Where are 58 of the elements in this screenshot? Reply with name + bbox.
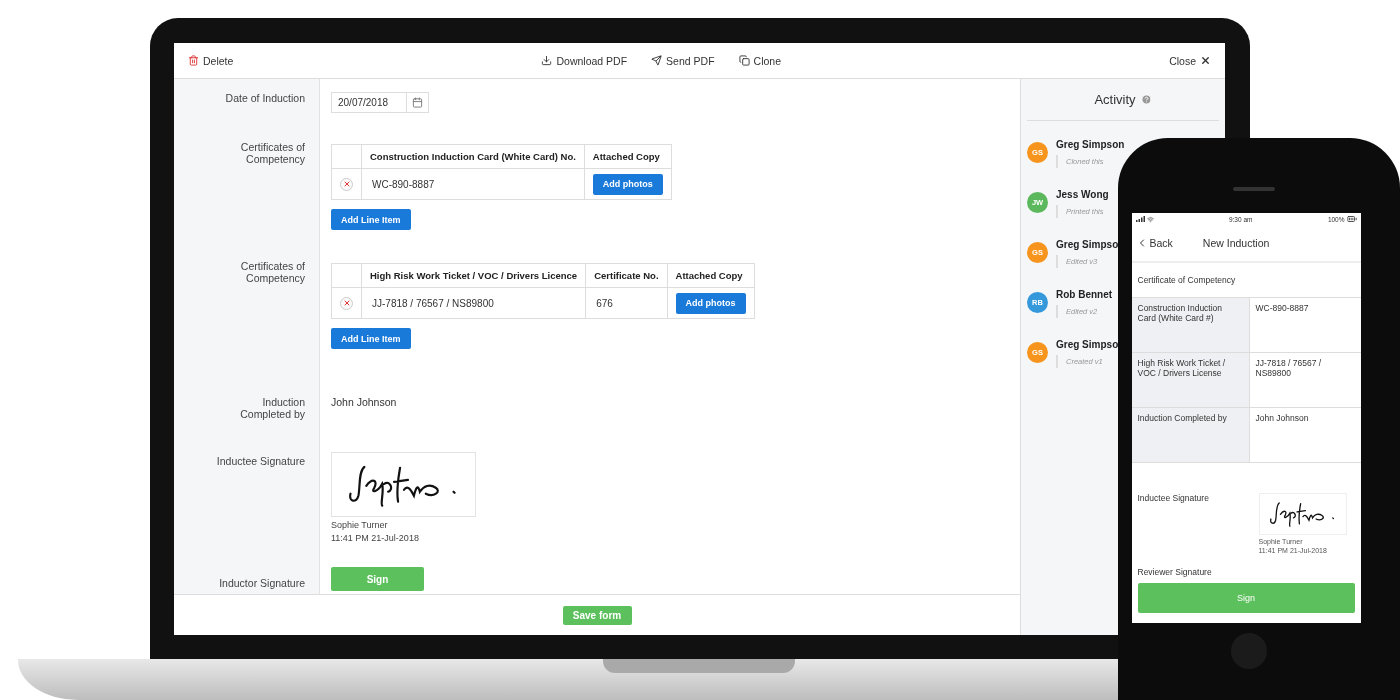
field-label: Induction Completed by <box>239 396 306 420</box>
calendar-icon <box>412 97 424 108</box>
field-value: JJ-7818 / 76567 / NS89800 <box>1254 357 1323 380</box>
column-header: Certificate No. <box>585 263 668 288</box>
signature-time: 11:41 PM 21-Jul-2018 <box>331 532 419 545</box>
field-label: Construction Induction Card (White Card #) <box>1131 298 1250 352</box>
wifi-icon <box>1146 215 1154 223</box>
add-photos-button[interactable]: Add photos <box>592 173 663 195</box>
column-header: High Risk Work Ticket / VOC / Drivers Licence <box>361 263 586 288</box>
field-label: Inductee Signature <box>215 455 306 469</box>
download-icon <box>541 55 553 66</box>
clone-button[interactable]: Clone <box>738 54 781 67</box>
add-line-item-button[interactable]: Add Line Item <box>331 328 411 349</box>
trash-icon <box>188 55 199 66</box>
field-label: Inductor Signature <box>218 577 306 591</box>
field-value: WC-890-8887 <box>1254 302 1310 315</box>
table-cell: 676 <box>585 287 668 319</box>
field-label: Reviewer Signature <box>1137 567 1213 577</box>
column-header: Construction Induction Card (White Card) No. <box>361 144 585 169</box>
user-name: Greg Simpso <box>1056 339 1119 350</box>
remove-button[interactable] <box>340 296 353 310</box>
field-label: Inductee Signature <box>1137 493 1209 505</box>
battery-icon <box>1346 214 1357 224</box>
close-icon <box>1200 55 1211 66</box>
back-button[interactable]: Back <box>1135 237 1173 249</box>
remove-button[interactable] <box>340 177 353 191</box>
field-value: John Johnson <box>1254 412 1310 425</box>
column-header: Attached Copy <box>584 144 672 169</box>
send-icon <box>651 55 663 66</box>
date-field[interactable]: 20/07/2018 <box>331 92 430 113</box>
user-name: Jess Wong <box>1056 189 1109 200</box>
table-cell: WC-890-8887 <box>361 168 585 200</box>
download-button[interactable]: Download PDF <box>541 54 628 67</box>
close-icon <box>342 299 351 307</box>
field-label: Certificates of Competency <box>239 141 306 167</box>
delete-button[interactable]: Delete <box>188 54 234 67</box>
copy-icon <box>738 55 750 66</box>
help-icon <box>1140 94 1152 105</box>
activity-title: Activity <box>1094 92 1136 107</box>
table-cell: JJ-7818 / 76567 / NS89800 <box>361 287 586 319</box>
field-label: Date of Induction <box>224 92 306 106</box>
add-line-item-button[interactable]: Add Line Item <box>331 209 411 230</box>
field-label: Certificates of Competency <box>239 260 306 286</box>
user-name: Greg Simpson <box>1056 139 1125 150</box>
close-button[interactable]: Close <box>1169 54 1211 67</box>
send-button[interactable]: Send PDF <box>651 54 715 67</box>
user-name: Greg Simpso <box>1056 239 1119 250</box>
signal-icon <box>1135 216 1145 222</box>
column-header: Attached Copy <box>667 263 755 288</box>
close-icon <box>342 180 351 188</box>
signer-name: Sophie Turner <box>331 519 388 532</box>
add-photos-button[interactable]: Add photos <box>675 292 746 314</box>
field-label: Induction Completed by <box>1131 408 1250 462</box>
field-value: John Johnson <box>331 396 397 408</box>
speaker-slot <box>1233 187 1275 191</box>
field-label: High Risk Work Ticket / VOC / Drivers License <box>1131 353 1250 407</box>
screen-title: New Induction <box>1202 237 1270 249</box>
user-name: Rob Bennet <box>1056 289 1113 300</box>
